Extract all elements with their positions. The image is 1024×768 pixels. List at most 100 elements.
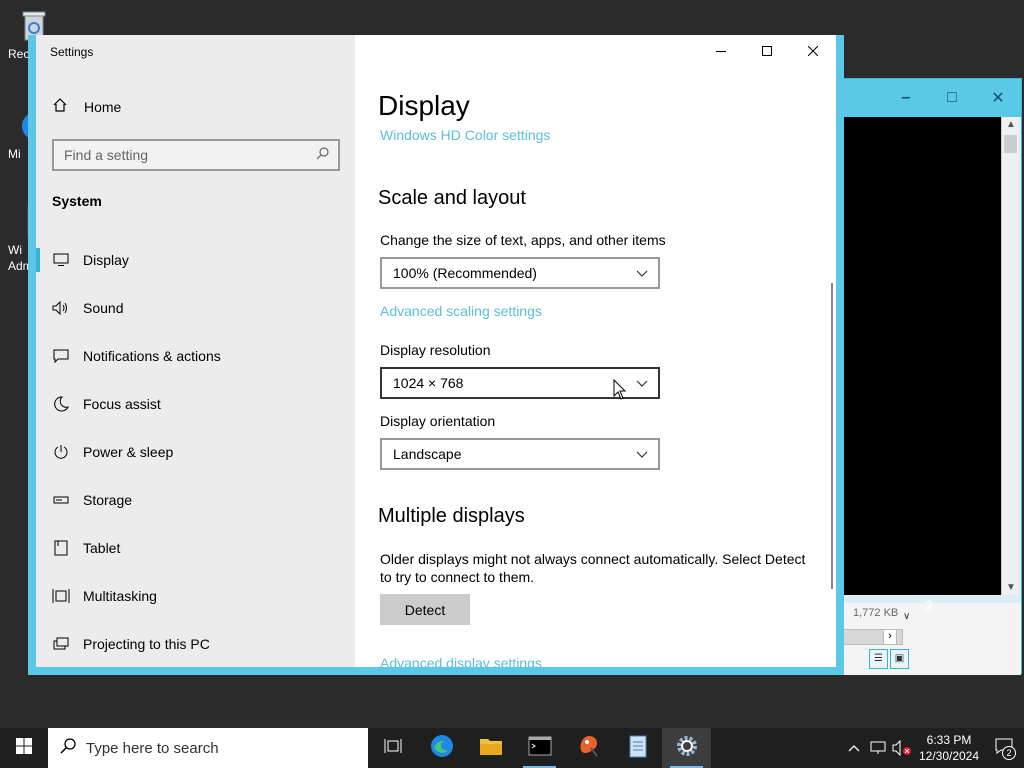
sidebar-item-notifications[interactable]: Notifications & actions	[36, 332, 355, 380]
mouse-cursor-icon	[613, 378, 627, 406]
minimize-icon[interactable]: –	[883, 89, 929, 107]
resolution-value: 1024 × 768	[393, 375, 464, 391]
windows-logo-icon	[16, 737, 32, 759]
console-area	[843, 117, 1001, 595]
status-fragment: 2	[925, 597, 933, 613]
sidebar-item-label: Multitasking	[83, 588, 157, 604]
edge-icon	[430, 734, 454, 763]
sidebar-item-multitasking[interactable]: Multitasking	[36, 572, 355, 620]
start-button[interactable]	[0, 728, 48, 768]
orientation-label: Display orientation	[380, 413, 496, 429]
sidebar-item-power-sleep[interactable]: Power & sleep	[36, 428, 355, 476]
scale-label: Change the size of text, apps, and other…	[380, 232, 666, 248]
search-icon	[60, 737, 76, 759]
page-title: Display	[378, 90, 470, 121]
sidebar-item-storage[interactable]: Storage	[36, 476, 355, 524]
sidebar-item-display[interactable]: Display	[36, 236, 355, 284]
close-button[interactable]	[790, 35, 836, 67]
notepad-icon	[628, 734, 648, 763]
home-nav[interactable]: Home	[52, 97, 121, 116]
taskbar-edge[interactable]	[417, 728, 466, 768]
window-controls	[698, 35, 836, 67]
scale-dropdown[interactable]: 100% (Recommended)	[380, 257, 660, 289]
sidebar-item-label: Power & sleep	[83, 444, 174, 460]
search-input[interactable]	[64, 147, 304, 163]
view-toggle[interactable]: ☰ ▣	[869, 649, 909, 671]
scale-value: 100% (Recommended)	[393, 265, 537, 281]
paint-icon	[577, 734, 601, 763]
scroll-up-icon[interactable]: ▲	[1002, 119, 1020, 130]
speaker-icon	[51, 298, 71, 318]
sidebar-item-label: Projecting to this PC	[83, 636, 210, 652]
orientation-value: Landscape	[393, 446, 462, 462]
sidebar-item-projecting[interactable]: Projecting to this PC	[36, 620, 355, 668]
sidebar-item-label: Notifications & actions	[83, 348, 221, 364]
minimize-button[interactable]	[698, 35, 744, 67]
chevron-right-icon[interactable]: ›	[883, 629, 897, 645]
chevron-down-icon[interactable]: ∨	[903, 611, 910, 622]
multiple-displays-heading: Multiple displays	[378, 505, 525, 527]
taskbar: 6:33 PM 12/30/2024 2	[0, 728, 1024, 768]
system-nav: Display Sound Notifications & actions Fo…	[36, 236, 355, 668]
sidebar-item-tablet[interactable]: Tablet	[36, 524, 355, 572]
close-icon[interactable]: ✕	[975, 88, 1021, 108]
power-icon	[51, 442, 71, 462]
preview-view-icon[interactable]: ▣	[890, 649, 909, 669]
find-setting-search[interactable]	[52, 139, 340, 171]
taskbar-apps	[368, 728, 711, 768]
settings-sidebar: Settings Home System Display	[36, 35, 355, 667]
sidebar-item-focus-assist[interactable]: Focus assist	[36, 380, 355, 428]
taskbar-settings[interactable]	[662, 728, 711, 768]
chevron-down-icon	[636, 375, 648, 391]
volume-muted-icon[interactable]	[890, 728, 914, 768]
network-icon[interactable]	[866, 728, 890, 768]
multitasking-icon	[51, 586, 71, 606]
file-size: 1,772 KB	[853, 607, 899, 619]
task-view-button[interactable]	[368, 728, 417, 768]
chevron-down-icon	[636, 265, 648, 281]
content-scrollbar[interactable]	[831, 283, 833, 589]
search-icon[interactable]	[316, 146, 330, 165]
storage-icon	[51, 490, 71, 510]
resolution-label: Display resolution	[380, 342, 491, 358]
tablet-icon	[51, 538, 71, 558]
vertical-scrollbar[interactable]: ▲ ▼	[1001, 117, 1019, 595]
clock-date: 12/30/2024	[918, 749, 980, 763]
status-bar: 1,772 KB ∨ 2 › ☰ ▣	[843, 597, 1021, 675]
section-title: System	[52, 193, 102, 209]
command-prompt-icon	[528, 736, 552, 761]
background-window[interactable]: – □ ✕ ▲ ▼ 1,772 KB ∨ 2 › ☰ ▣	[842, 78, 1022, 675]
window-title: Settings	[50, 45, 94, 59]
scroll-down-icon[interactable]: ▼	[1002, 582, 1020, 593]
hd-color-settings-link[interactable]: Windows HD Color settings	[380, 127, 550, 143]
maximize-button[interactable]	[744, 35, 790, 67]
moon-icon	[51, 394, 71, 414]
settings-content: Display Windows HD Color settings Scale …	[355, 35, 836, 667]
taskbar-search-input[interactable]	[86, 739, 346, 757]
action-center-button[interactable]: 2	[984, 728, 1024, 768]
details-view-icon[interactable]: ☰	[869, 649, 888, 669]
scrollbar-thumb[interactable]	[1004, 135, 1017, 153]
taskbar-paint[interactable]	[564, 728, 613, 768]
sidebar-item-label: Focus assist	[83, 396, 161, 412]
maximize-icon[interactable]: □	[929, 89, 975, 107]
taskbar-command-prompt[interactable]	[515, 728, 564, 768]
taskbar-search[interactable]	[48, 728, 368, 768]
settings-window[interactable]: Settings Home System Display	[28, 35, 844, 675]
clock[interactable]: 6:33 PM 12/30/2024	[914, 732, 984, 764]
advanced-scaling-link[interactable]: Advanced scaling settings	[380, 303, 542, 319]
advanced-display-settings-link[interactable]: Advanced display settings	[380, 655, 542, 667]
home-icon	[52, 97, 68, 116]
file-explorer-icon	[479, 736, 503, 761]
chevron-down-icon	[636, 446, 648, 462]
orientation-dropdown[interactable]: Landscape	[380, 438, 660, 470]
sidebar-item-sound[interactable]: Sound	[36, 284, 355, 332]
chevron-up-icon[interactable]	[842, 728, 866, 768]
taskbar-file-explorer[interactable]	[466, 728, 515, 768]
clock-time: 6:33 PM	[926, 733, 972, 747]
detect-button[interactable]: Detect	[380, 594, 470, 625]
multiple-displays-description: Older displays might not always connect …	[380, 551, 806, 585]
taskbar-notepad[interactable]	[613, 728, 662, 768]
background-window-titlebar[interactable]: – □ ✕	[843, 79, 1021, 117]
task-view-icon	[384, 738, 402, 759]
